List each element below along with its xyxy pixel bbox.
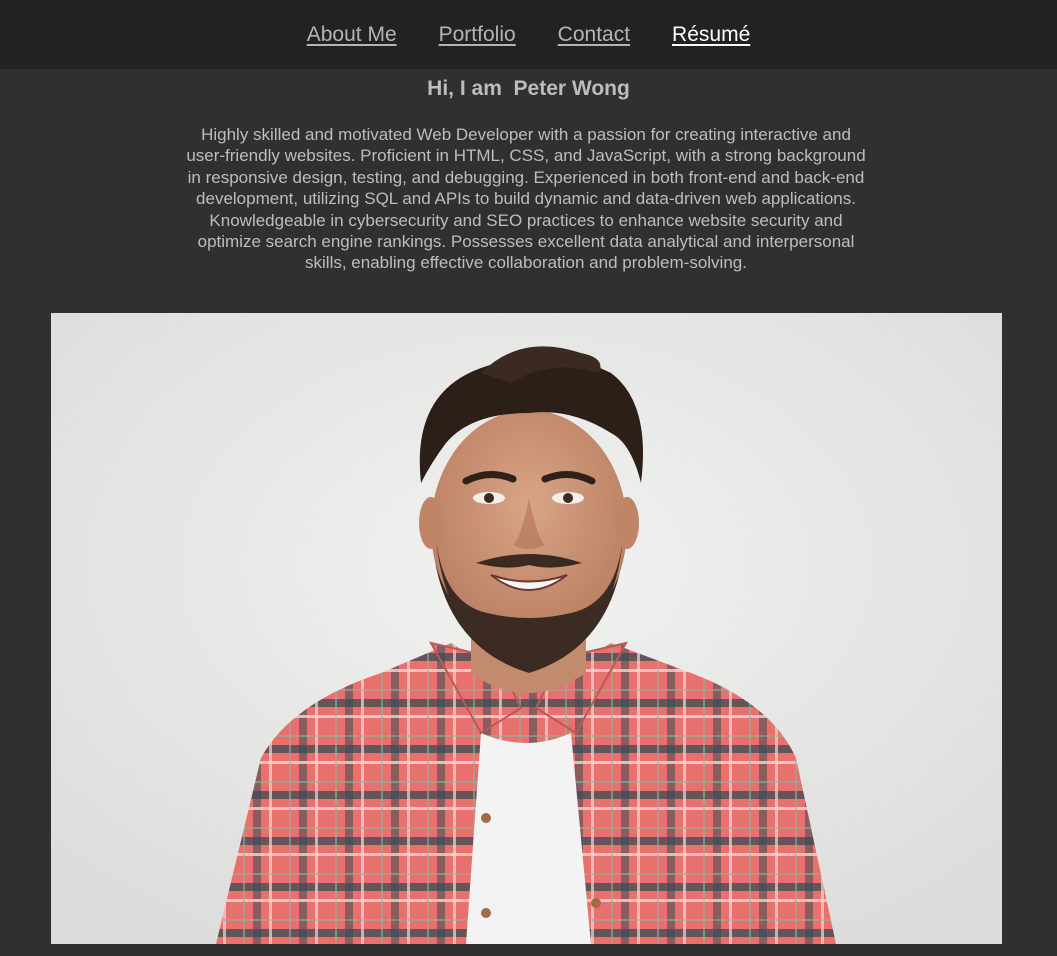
profile-photo [51, 313, 1002, 944]
nav-link-resume[interactable]: Résumé [672, 23, 750, 47]
nav-link-contact[interactable]: Contact [558, 23, 630, 47]
top-nav: About Me Portfolio Contact Résumé [0, 0, 1057, 69]
nav-link-about-me[interactable]: About Me [307, 23, 397, 47]
portrait-illustration [51, 313, 1002, 944]
nav-link-portfolio[interactable]: Portfolio [439, 23, 516, 47]
page-title: Hi, I am Peter Wong [427, 77, 630, 100]
bio-paragraph: Highly skilled and motivated Web Develop… [186, 125, 866, 273]
